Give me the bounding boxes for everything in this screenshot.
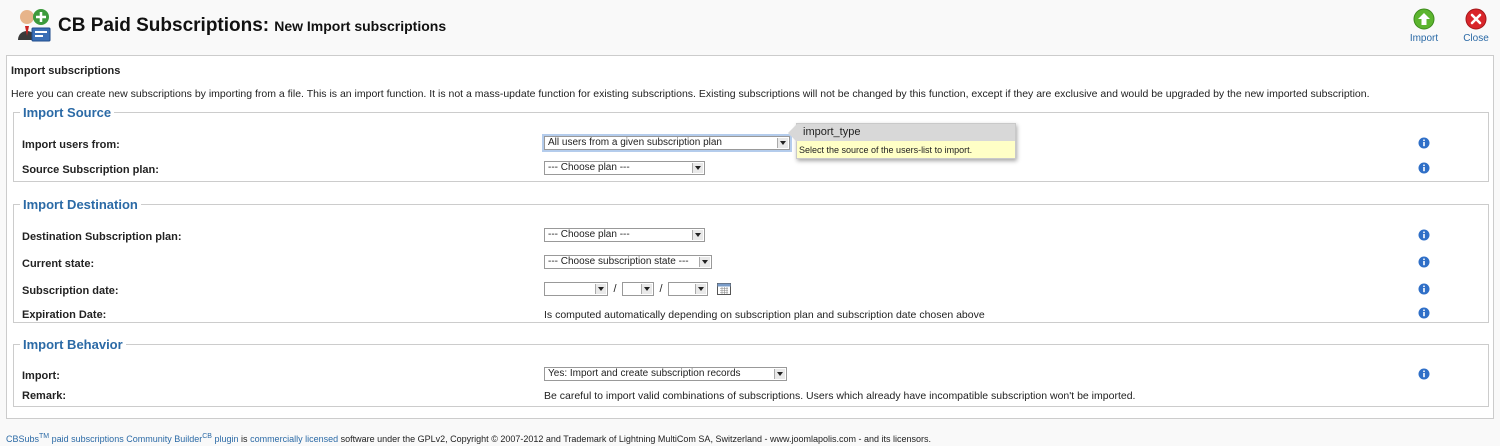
panel-title: Import subscriptions (11, 65, 121, 77)
subscription-month-select[interactable] (622, 282, 654, 296)
date-separator: / (659, 283, 663, 295)
subscription-day-select[interactable] (668, 282, 708, 296)
footer-copyright-text: software under the GPLv2, Copyright © 20… (340, 434, 932, 444)
cbsubs-link[interactable]: CBSubsTM paid subscriptions (6, 433, 124, 444)
import-select[interactable]: Yes: Import and create subscription reco… (544, 367, 787, 381)
chevron-down-icon (695, 284, 706, 294)
info-icon[interactable] (1418, 368, 1430, 383)
import-button[interactable]: Import (1402, 8, 1446, 44)
cb-sup: CB (202, 433, 212, 440)
remark-text: Be careful to import valid combinations … (544, 390, 1136, 402)
source-plan-select[interactable]: --- Choose plan --- (544, 161, 705, 175)
destination-plan-row: Destination Subscription plan: --- Choos… (22, 228, 1482, 246)
date-separator: / (613, 283, 617, 295)
close-icon (1465, 8, 1487, 30)
info-icon[interactable] (1418, 307, 1430, 322)
page-title-sub: New Import subscriptions (274, 18, 447, 34)
close-button-label: Close (1463, 33, 1489, 44)
import-behavior-fieldset: Import Behavior Import: Yes: Import and … (13, 337, 1489, 407)
chevron-down-icon (641, 284, 652, 294)
destination-plan-label: Destination Subscription plan: (22, 231, 182, 243)
info-icon[interactable] (1418, 256, 1430, 271)
page-footer: CBSubsTM paid subscriptions Community Bu… (6, 433, 931, 444)
import-users-select[interactable]: All users from a given subscription plan (542, 134, 792, 152)
import-type-tooltip: import_type Select the source of the use… (788, 123, 1016, 159)
page-title: CB Paid Subscriptions: New Import subscr… (58, 15, 446, 37)
source-plan-label: Source Subscription plan: (22, 164, 159, 176)
page-title-main: CB Paid Subscriptions: (58, 15, 270, 36)
info-icon[interactable] (1418, 162, 1430, 177)
import-behavior-legend: Import Behavior (23, 337, 123, 352)
destination-plan-select-value: --- Choose plan --- (548, 229, 630, 240)
import-users-row: Import users from: All users from a give… (22, 134, 1482, 154)
import-button-label: Import (1409, 33, 1439, 44)
info-icon[interactable] (1418, 229, 1430, 244)
chevron-down-icon (777, 138, 788, 148)
info-icon[interactable] (1418, 137, 1430, 152)
current-state-label: Current state: (22, 258, 95, 270)
source-plan-select-value: --- Choose plan --- (548, 162, 630, 173)
page-header: CB Paid Subscriptions: New Import subscr… (0, 0, 1500, 52)
remark-label: Remark: (22, 390, 67, 402)
import-destination-fieldset: Import Destination Destination Subscript… (13, 197, 1489, 323)
import-destination-legend: Import Destination (23, 197, 138, 212)
commercially-licensed-link[interactable]: commercially licensed (250, 434, 338, 444)
current-state-select[interactable]: --- Choose subscription state --- (544, 255, 712, 269)
arrow-up-icon (1413, 8, 1435, 30)
chevron-down-icon (692, 163, 703, 173)
subscription-year-select[interactable] (544, 282, 608, 296)
footer-is-text: is (241, 434, 248, 444)
info-icon[interactable] (1418, 283, 1430, 298)
cbsubs-logo-icon (14, 6, 52, 44)
destination-plan-select[interactable]: --- Choose plan --- (544, 228, 705, 242)
community-builder-text: Community Builder (126, 434, 203, 444)
chevron-down-icon (692, 230, 703, 240)
import-users-select-value: All users from a given subscription plan (548, 137, 722, 148)
paid-subs-text: paid subscriptions (51, 434, 124, 444)
expiration-date-text: Is computed automatically depending on s… (544, 309, 985, 321)
close-button[interactable]: Close (1454, 8, 1498, 44)
plugin-text: plugin (214, 434, 239, 444)
cbsubs-text: CBSubs (6, 434, 40, 444)
import-source-fieldset: Import Source Import users from: All use… (13, 105, 1489, 182)
import-label: Import: (22, 370, 60, 382)
subscription-date-label: Subscription date: (22, 285, 119, 297)
source-plan-row: Source Subscription plan: --- Choose pla… (22, 161, 1482, 179)
tooltip-title: import_type (797, 124, 1015, 141)
current-state-row: Current state: --- Choose subscription s… (22, 255, 1482, 273)
expiration-date-label: Expiration Date: (22, 309, 107, 321)
intro-text: Here you can create new subscriptions by… (11, 88, 1370, 100)
import-select-value: Yes: Import and create subscription reco… (548, 368, 741, 379)
trademark-sup: TM (39, 433, 50, 440)
tooltip-arrow (788, 124, 797, 142)
current-state-select-value: --- Choose subscription state --- (548, 256, 689, 267)
import-users-label: Import users from: (22, 139, 120, 151)
import-panel: Import subscriptions Here you can create… (6, 55, 1494, 419)
chevron-down-icon (774, 369, 785, 379)
import-row: Import: Yes: Import and create subscript… (22, 367, 1482, 385)
chevron-down-icon (595, 284, 606, 294)
import-source-legend: Import Source (23, 105, 112, 120)
remark-row: Remark: Be careful to import valid combi… (22, 387, 1482, 405)
subscription-date-row: Subscription date: / / (22, 282, 1482, 300)
chevron-down-icon (699, 257, 710, 267)
tooltip-text: Select the source of the users-list to i… (799, 145, 973, 155)
calendar-icon[interactable] (717, 282, 732, 298)
community-builder-link[interactable]: Community BuilderCB plugin (126, 433, 239, 444)
expiration-date-row: Expiration Date: Is computed automatical… (22, 306, 1482, 324)
